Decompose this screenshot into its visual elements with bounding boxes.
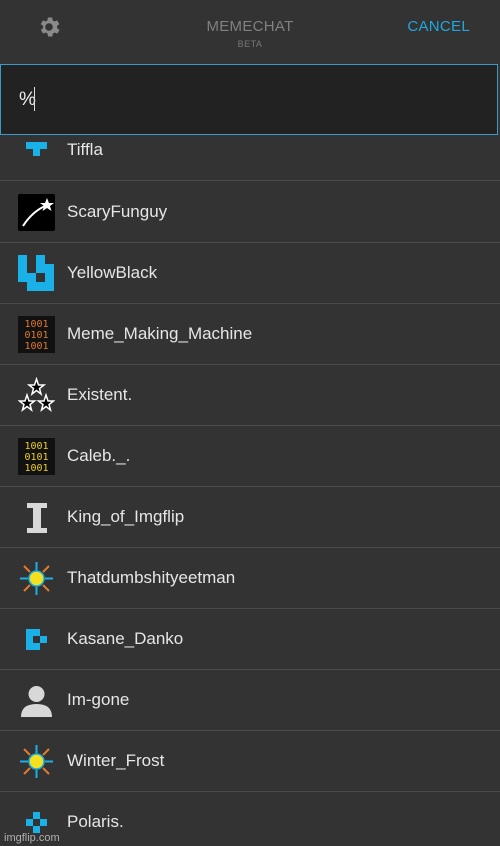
list-item[interactable]: Kasane_Danko (0, 609, 500, 670)
user-name: Winter_Frost (67, 751, 165, 770)
user-name: YellowBlack (67, 263, 158, 282)
svg-text:1001: 1001 (24, 463, 48, 474)
list-item[interactable]: 1001 0101 1001 Meme_Making_Machine (0, 304, 500, 365)
list-item[interactable]: King_of_Imgflip (0, 487, 500, 548)
list-item[interactable]: Polaris. (0, 792, 500, 846)
user-name: Thatdumbshityeetman (67, 568, 236, 587)
list-item[interactable]: YellowBlack (0, 243, 500, 304)
sun-burst-icon (20, 562, 53, 595)
svg-text:0101: 0101 (24, 330, 48, 341)
watermark: imgflip.com (4, 832, 60, 844)
sun-burst-icon (20, 745, 53, 778)
blue-t-block-icon (26, 142, 47, 156)
app-title: MEMECHAT (206, 18, 294, 35)
search-box[interactable] (0, 64, 498, 135)
list-item[interactable]: Thatdumbshityeetman (0, 548, 500, 609)
svg-text:0101: 0101 (24, 452, 48, 463)
user-name: Im-gone (67, 690, 130, 709)
svg-text:1001: 1001 (24, 319, 48, 330)
cancel-button[interactable]: CANCEL (407, 18, 470, 35)
app-subtitle: BETA (237, 39, 263, 49)
svg-text:1001: 1001 (24, 341, 48, 352)
list-item[interactable]: ScaryFunguy (0, 182, 500, 243)
user-list[interactable]: Tiffla ScaryFunguy YellowBlack 1001 0101… (0, 136, 500, 846)
list-item[interactable]: Existent. (0, 365, 500, 426)
user-name: Existent. (67, 385, 133, 404)
list-item[interactable]: Tiffla (0, 136, 500, 181)
binary-orange-icon: 1001 0101 1001 (18, 316, 55, 353)
user-name: Meme_Making_Machine (67, 324, 253, 343)
search-input[interactable] (19, 87, 479, 113)
shooting-star-icon (18, 194, 55, 231)
list-item[interactable]: 1001 0101 1001 Caleb._. (0, 426, 500, 487)
user-name: ScaryFunguy (67, 202, 168, 221)
blue-pixel-pattern-icon (18, 255, 54, 291)
user-name: Kasane_Danko (67, 629, 184, 648)
blue-pixel-icon (26, 629, 47, 650)
svg-text:1001: 1001 (24, 441, 48, 452)
top-bar: MEMECHAT BETA CANCEL (0, 0, 500, 64)
text-caret (34, 87, 35, 111)
list-item[interactable]: Im-gone (0, 670, 500, 731)
letter-i-icon (27, 503, 47, 533)
binary-yellow-icon: 1001 0101 1001 (18, 438, 55, 475)
user-name: Caleb._. (67, 446, 131, 465)
gear-icon[interactable] (36, 14, 62, 40)
user-name: Tiffla (67, 140, 103, 159)
default-user-icon (21, 686, 52, 717)
user-name: Polaris. (67, 812, 124, 831)
user-name: King_of_Imgflip (67, 507, 185, 526)
list-item[interactable]: Winter_Frost (0, 731, 500, 792)
three-stars-icon (18, 377, 55, 412)
